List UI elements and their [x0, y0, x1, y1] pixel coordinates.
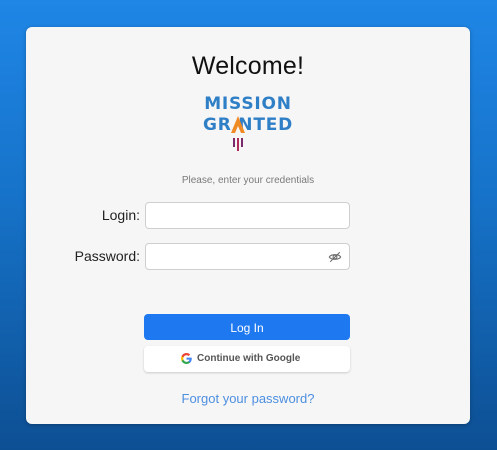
credentials-hint: Please, enter your credentials — [181, 175, 315, 186]
login-button[interactable]: Log In — [144, 314, 350, 340]
login-card: Welcome! MISSION GR NTED Please, enter y… — [26, 27, 470, 424]
mission-granted-logo: MISSION GR NTED — [193, 94, 303, 154]
password-label: Password: — [74, 248, 140, 264]
page-title: Welcome! — [191, 52, 305, 80]
password-input[interactable] — [145, 243, 350, 270]
login-label: Login: — [101, 207, 140, 223]
logo-line-top: MISSION — [204, 94, 292, 114]
login-input[interactable] — [145, 202, 350, 229]
forgot-password-link[interactable]: Forgot your password? — [26, 391, 470, 406]
google-signin-button[interactable]: Continue with Google — [144, 346, 350, 372]
eye-slash-icon[interactable] — [328, 250, 342, 264]
rocket-icon — [231, 116, 245, 151]
google-button-label: Continue with Google — [197, 353, 301, 364]
google-icon — [181, 353, 192, 364]
